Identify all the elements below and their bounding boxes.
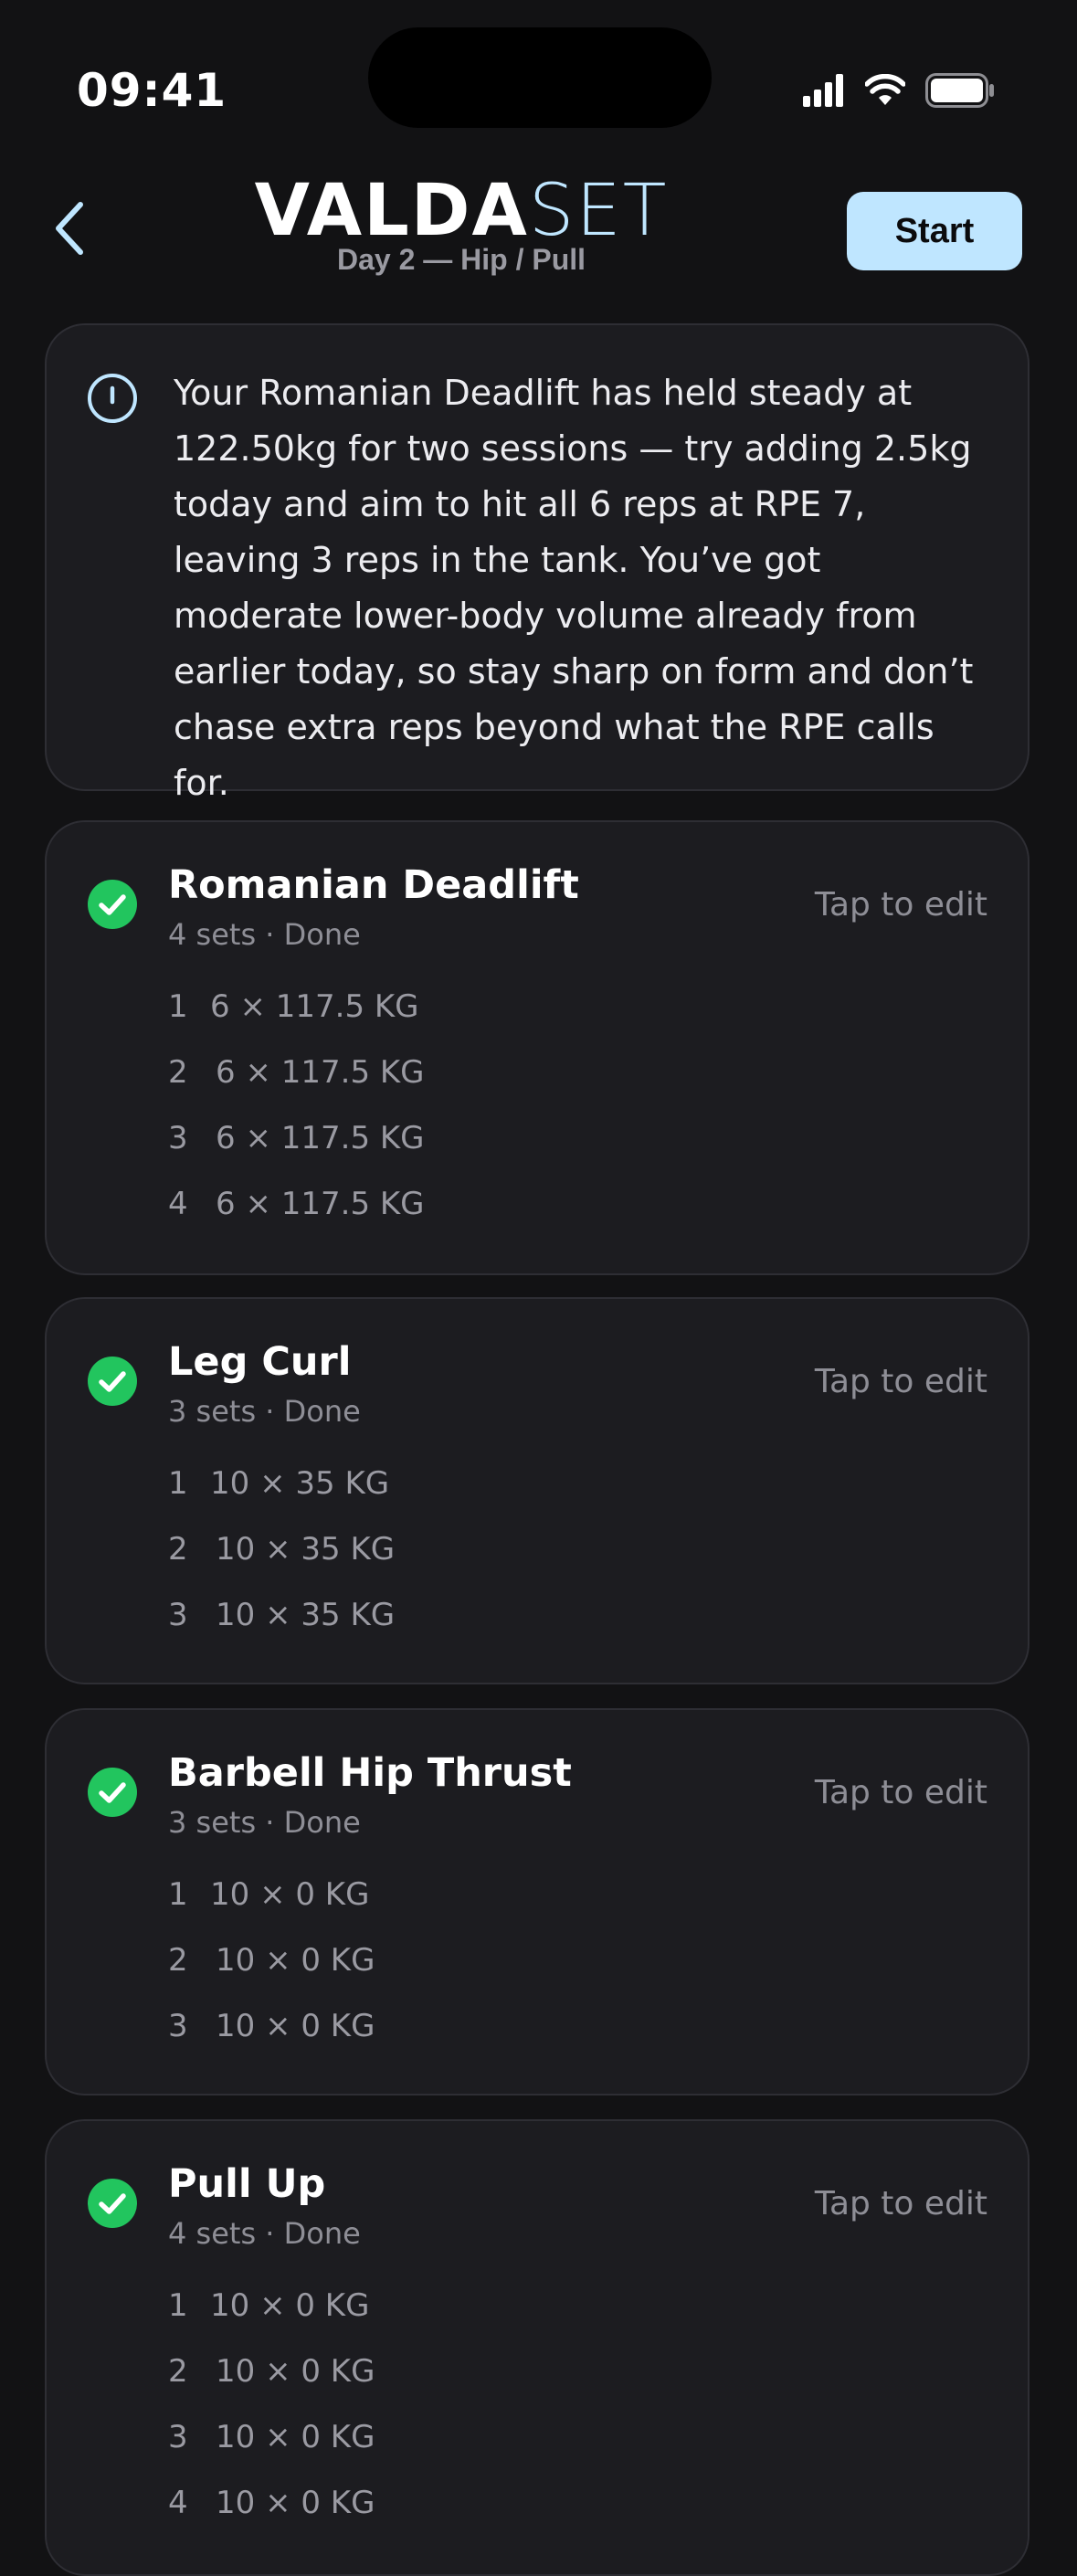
set-detail: 10 × 0 KG	[216, 2353, 375, 2390]
status-time: 09:41	[77, 64, 227, 117]
set-number: 1	[168, 1465, 188, 1502]
set-number: 1	[168, 988, 188, 1025]
set-detail: 10 × 0 KG	[216, 2485, 375, 2521]
exercise-meta: 4 sets · Done	[168, 2216, 361, 2251]
tap-to-edit-link[interactable]: Tap to edit	[815, 886, 987, 924]
set-list: 1 10 × 0 KG 2 10 × 0 KG 3 10 × 0 KG	[168, 1862, 375, 2059]
set-detail: 10 × 35 KG	[216, 1531, 396, 1568]
exercise-meta: 3 sets · Done	[168, 1805, 361, 1840]
exercise-name: Leg Curl	[168, 1339, 352, 1385]
set-number: 3	[168, 2008, 188, 2044]
set-detail: 6 × 117.5 KG	[216, 1186, 425, 1222]
status-bar: 09:41	[0, 0, 1077, 164]
coach-insight-card: Your Romanian Deadlift has held steady a…	[45, 323, 1029, 803]
set-number: 1	[168, 2287, 188, 2324]
set-row: 1 10 × 35 KG	[168, 1451, 395, 1516]
exercise-name: Pull Up	[168, 2161, 326, 2207]
set-row: 1 6 × 117.5 KG	[168, 974, 425, 1040]
check-circle-icon	[88, 1357, 137, 1406]
set-row: 4 6 × 117.5 KG	[168, 1171, 425, 1237]
logo-part-strong: VALDA	[254, 170, 529, 252]
insight-text: Your Romanian Deadlift has held steady a…	[174, 373, 974, 803]
start-button[interactable]: Start	[847, 192, 1022, 270]
check-circle-icon	[88, 2179, 137, 2228]
set-number: 2	[168, 1054, 188, 1091]
exercise-name: Barbell Hip Thrust	[168, 1750, 572, 1796]
set-row: 2 10 × 35 KG	[168, 1516, 395, 1582]
tap-to-edit-link[interactable]: Tap to edit	[815, 1774, 987, 1811]
status-icons	[803, 73, 995, 108]
set-number: 1	[168, 1876, 188, 1913]
page-subtitle: Day 2 — Hip / Pull	[336, 243, 586, 276]
set-detail: 10 × 0 KG	[210, 1876, 370, 1913]
exercise-card[interactable]: Barbell Hip Thrust 3 sets · Done Tap to …	[45, 1708, 1029, 2096]
set-list: 1 6 × 117.5 KG 2 6 × 117.5 KG 3 6 × 117.5 K…	[168, 974, 425, 1237]
battery-icon	[925, 73, 994, 108]
tap-to-edit-link[interactable]: Tap to edit	[815, 1363, 987, 1400]
wifi-icon	[865, 74, 905, 105]
set-number: 2	[168, 1942, 188, 1979]
set-detail: 6 × 117.5 KG	[216, 1120, 425, 1156]
dynamic-island	[368, 27, 712, 128]
set-number: 4	[168, 2485, 188, 2521]
set-detail: 6 × 117.5 KG	[210, 988, 419, 1025]
set-detail: 6 × 117.5 KG	[216, 1054, 425, 1091]
set-number: 4	[168, 1186, 188, 1222]
exercise-card[interactable]: Leg Curl 3 sets · Done Tap to edit 1 10 ×…	[45, 1297, 1029, 1684]
set-number: 2	[168, 1531, 188, 1568]
set-detail: 10 × 35 KG	[210, 1465, 390, 1502]
set-row: 1 10 × 0 KG	[168, 1862, 375, 1927]
set-row: 4 10 × 0 KG	[168, 2470, 375, 2536]
tap-to-edit-link[interactable]: Tap to edit	[815, 2185, 987, 2222]
set-detail: 10 × 35 KG	[216, 1597, 396, 1633]
info-icon	[88, 374, 137, 423]
app-logo: VALDASET	[0, 170, 923, 252]
set-row: 3 6 × 117.5 KG	[168, 1105, 425, 1171]
set-detail: 10 × 0 KG	[216, 1942, 375, 1979]
set-row: 2 6 × 117.5 KG	[168, 1040, 425, 1105]
set-number: 2	[168, 2353, 188, 2390]
exercise-meta: 4 sets · Done	[168, 917, 361, 952]
exercise-name: Romanian Deadlift	[168, 862, 579, 908]
set-row: 2 10 × 0 KG	[168, 2338, 375, 2404]
set-detail: 10 × 0 KG	[210, 2287, 370, 2324]
set-row: 3 10 × 0 KG	[168, 2404, 375, 2470]
set-row: 1 10 × 0 KG	[168, 2273, 375, 2338]
set-detail: 10 × 0 KG	[216, 2008, 375, 2044]
logo-part-light: SET	[528, 170, 669, 252]
set-number: 3	[168, 1597, 188, 1633]
exercise-card[interactable]: Romanian Deadlift 4 sets · Done Tap to e…	[45, 820, 1029, 1275]
set-row: 3 10 × 0 KG	[168, 1993, 375, 2059]
set-detail: 10 × 0 KG	[216, 2419, 375, 2455]
check-circle-icon	[88, 880, 137, 929]
set-row: 2 10 × 0 KG	[168, 1927, 375, 1993]
set-list: 1 10 × 0 KG 2 10 × 0 KG 3 10 × 0 KG 4 10 × 0…	[168, 2273, 375, 2536]
set-list: 1 10 × 35 KG 2 10 × 35 KG 3 10 × 35 KG	[168, 1451, 395, 1648]
check-circle-icon	[88, 1768, 137, 1817]
cellular-signal-icon	[803, 74, 843, 107]
set-number: 3	[168, 2419, 188, 2455]
set-number: 3	[168, 1120, 188, 1156]
exercise-meta: 3 sets · Done	[168, 1394, 361, 1429]
set-row: 3 10 × 35 KG	[168, 1582, 395, 1648]
exercise-card[interactable]: Pull Up 4 sets · Done Tap to edit 1 10 × …	[45, 2119, 1029, 2576]
